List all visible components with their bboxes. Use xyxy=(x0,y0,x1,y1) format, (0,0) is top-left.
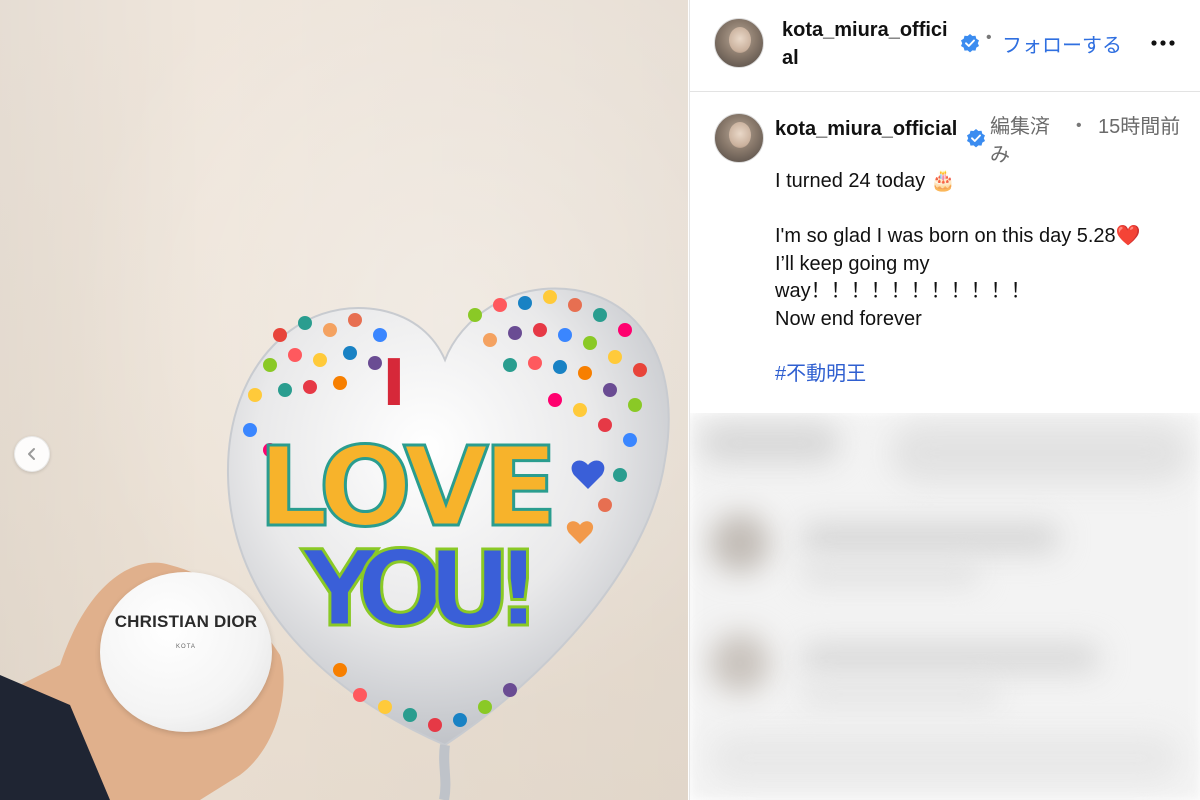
caption-line: I’ll keep going my way！！！！！！！！！！！ xyxy=(775,252,1031,303)
balloon-word-you: YOU! xyxy=(300,528,542,650)
verified-badge-icon xyxy=(966,128,986,148)
caption-text: I turned 24 today 🎂 I'm so glad I was bo… xyxy=(775,168,1185,388)
more-horizontal-icon xyxy=(1151,40,1175,46)
caption-line: I'm so glad I was born on this day 5.28❤… xyxy=(775,225,1141,247)
caption-username[interactable]: kota_miura_official xyxy=(775,115,960,143)
post-caption-block: kota_miura_official 編集済み • 15時間前 I turne… xyxy=(690,93,1200,413)
header-avatar[interactable] xyxy=(714,18,764,68)
post-header: kota_miura_official • フォローする xyxy=(690,0,1200,92)
caption-line: Now end forever xyxy=(775,307,922,330)
caption-separator: • xyxy=(1076,117,1082,134)
chevron-left-icon xyxy=(28,448,35,460)
product-sub-label: KOTA xyxy=(176,644,196,650)
post-timestamp[interactable]: 15時間前 xyxy=(1098,113,1182,141)
post-sidebar: kota_miura_official • フォローする kota_miura_… xyxy=(689,0,1200,800)
post-image: I LOVE YOU! CHRISTIAN DIOR KOTA xyxy=(0,0,688,800)
previous-image-button[interactable] xyxy=(14,436,50,472)
verified-badge-icon xyxy=(960,33,980,53)
header-separator: • xyxy=(986,29,992,46)
header-username[interactable]: kota_miura_official xyxy=(782,16,952,72)
caption-line: I turned 24 today 🎂 xyxy=(775,170,956,192)
balloon-letter-i: I xyxy=(382,347,406,421)
edited-label: 編集済み xyxy=(990,116,1050,166)
hashtag-link[interactable]: #不動明王 xyxy=(775,363,866,385)
follow-button[interactable]: フォローする xyxy=(1002,29,1122,58)
caption-avatar[interactable] xyxy=(714,113,764,163)
product-label: CHRISTIAN DIOR xyxy=(114,612,258,631)
more-options-button[interactable] xyxy=(1148,30,1178,56)
blurred-comments xyxy=(690,413,1200,800)
cosmetic-jar xyxy=(100,572,272,732)
